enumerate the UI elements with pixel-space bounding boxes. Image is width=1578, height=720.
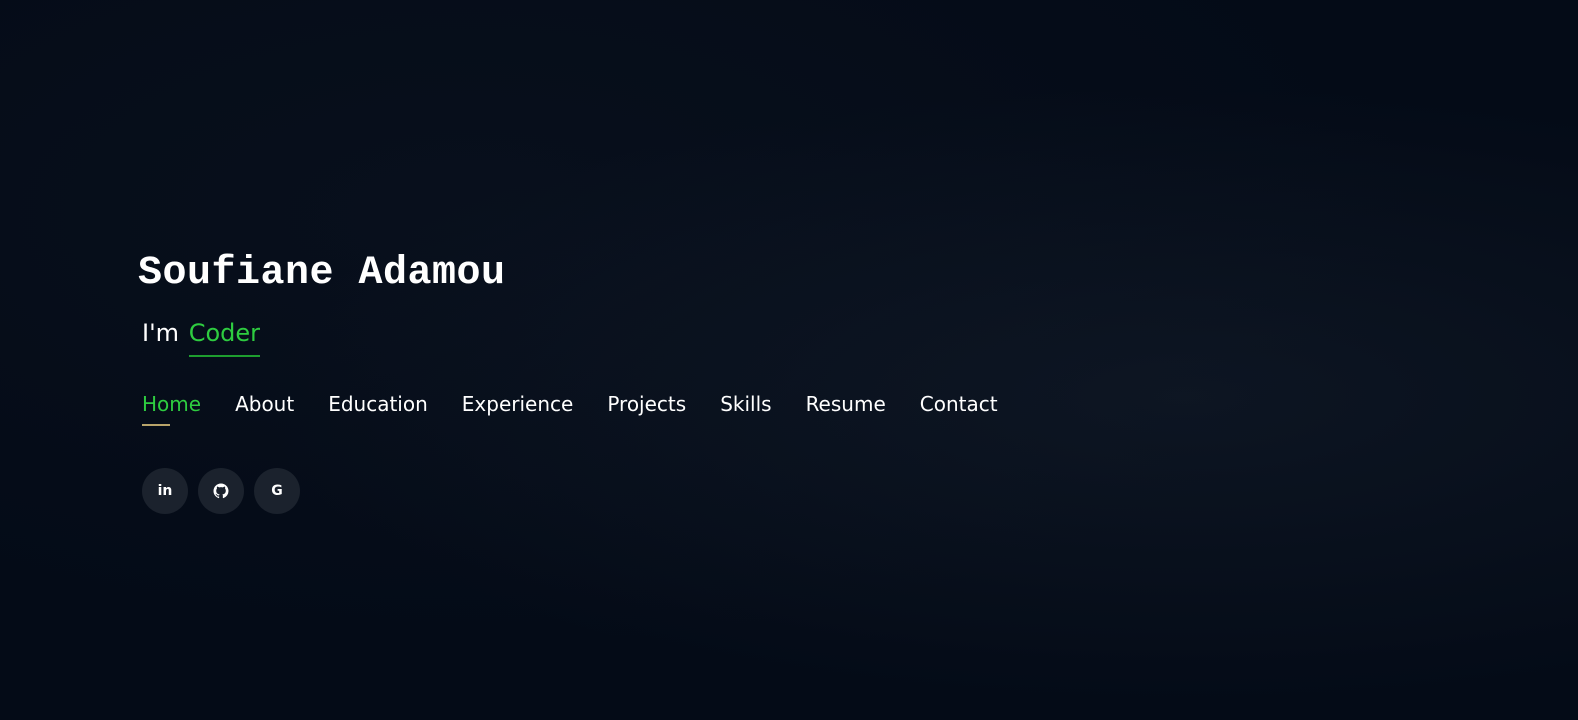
tagline: I'm Coder <box>142 317 260 357</box>
social-links: in G <box>142 468 300 514</box>
nav-item-contact[interactable]: Contact <box>920 390 998 426</box>
google-button[interactable]: G <box>254 468 300 514</box>
google-icon: G <box>271 483 283 499</box>
github-icon <box>213 483 229 499</box>
nav-item-about[interactable]: About <box>235 390 294 426</box>
nav-item-resume[interactable]: Resume <box>806 390 886 426</box>
page-title: Soufiane Adamou <box>138 251 506 296</box>
nav-item-home[interactable]: Home <box>142 390 201 426</box>
linkedin-button[interactable]: in <box>142 468 188 514</box>
github-button[interactable] <box>198 468 244 514</box>
tagline-prefix: I'm <box>142 319 187 347</box>
nav-item-projects[interactable]: Projects <box>607 390 686 426</box>
nav-item-education[interactable]: Education <box>328 390 428 426</box>
main-nav: Home About Education Experience Projects… <box>142 390 1032 426</box>
nav-item-experience[interactable]: Experience <box>462 390 574 426</box>
nav-item-skills[interactable]: Skills <box>720 390 771 426</box>
tagline-role: Coder <box>188 317 260 357</box>
linkedin-icon: in <box>157 483 173 499</box>
